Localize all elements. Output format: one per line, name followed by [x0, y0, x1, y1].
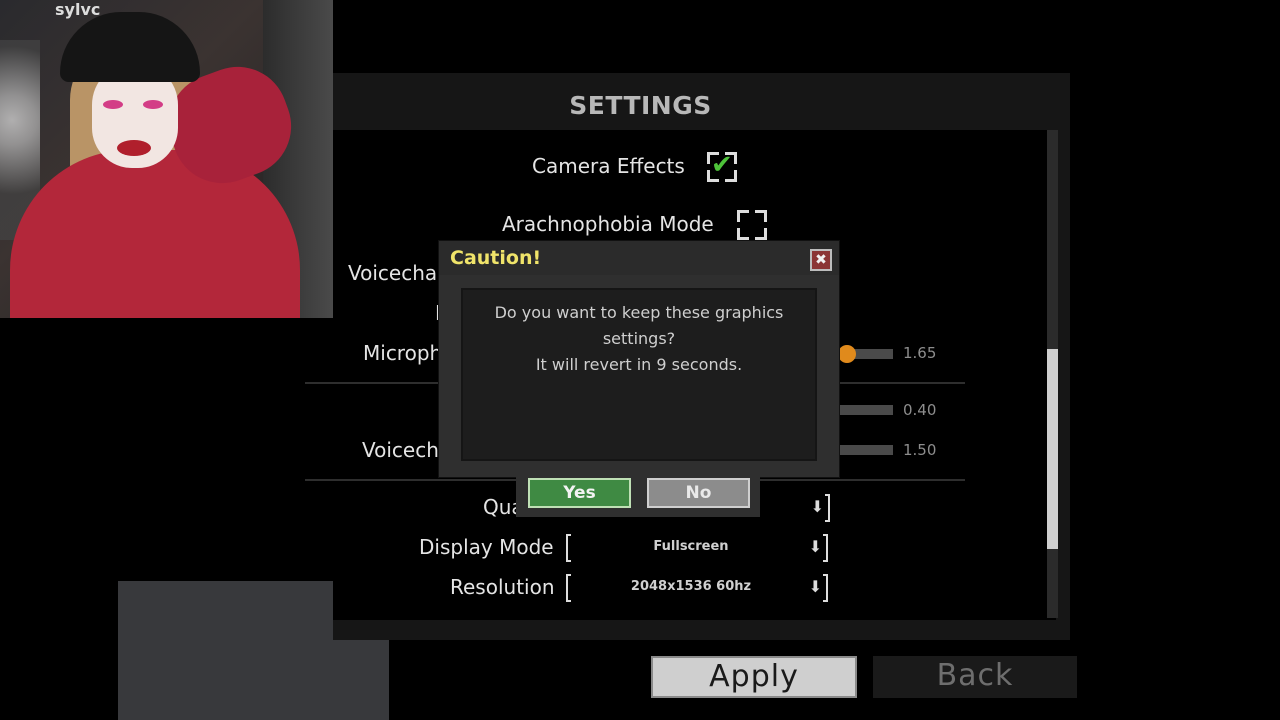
back-button[interactable]: Back: [873, 656, 1077, 698]
dialog-message-line: Do you want to keep these graphics: [494, 303, 784, 322]
arrow-down-icon: ⬇: [810, 497, 824, 516]
caution-dialog: Caution! ✖ Do you want to keep these gra…: [439, 241, 839, 477]
display-mode-label: Display Mode: [419, 535, 554, 559]
resolution-select[interactable]: 2048x1536 60hz ⬇: [566, 574, 828, 602]
dialog-body: Do you want to keep these graphics setti…: [461, 288, 817, 461]
voicechat-volume-slider[interactable]: [836, 445, 893, 455]
checkbox-corner: [737, 228, 749, 240]
camera-effects-checkbox[interactable]: ✔: [707, 150, 737, 182]
volume-slider-value: 0.40: [903, 401, 937, 419]
dialog-message-line: settings?: [602, 329, 676, 348]
select-bracket: [823, 534, 828, 562]
resolution-value: 2048x1536 60hz: [630, 579, 752, 594]
webcam-eye: [103, 100, 123, 109]
close-icon[interactable]: ✖: [810, 249, 832, 271]
checkbox-corner: [737, 210, 749, 222]
select-bracket: [823, 574, 828, 602]
webcam-tag: sylvc: [55, 0, 101, 19]
yes-button[interactable]: Yes: [528, 478, 631, 508]
webcam-mouth: [117, 140, 151, 156]
arrow-down-icon: ⬇: [808, 577, 822, 596]
display-mode-select[interactable]: Fullscreen ⬇: [566, 534, 828, 562]
arrow-down-icon: ⬇: [808, 537, 822, 556]
arachnophobia-mode-checkbox[interactable]: [737, 210, 767, 240]
checkbox-corner: [755, 210, 767, 222]
checkmark-icon: ✔: [711, 150, 733, 180]
resolution-label: Resolution: [450, 575, 555, 599]
voicechat-volume-row-label: Voicecha: [362, 438, 452, 462]
camera-effects-label: Camera Effects: [532, 154, 685, 178]
dialog-message-line: It will revert in 9 seconds.: [535, 355, 743, 374]
webcam-overlay: sylvc: [0, 0, 333, 318]
display-mode-value: Fullscreen: [653, 539, 729, 554]
voicechat-volume-slider-value: 1.50: [903, 441, 937, 459]
webcam-eye: [143, 100, 163, 109]
settings-title: SETTINGS: [569, 91, 712, 120]
volume-slider[interactable]: [836, 405, 893, 415]
arachnophobia-mode-label: Arachnophobia Mode: [502, 212, 714, 236]
checkbox-corner: [755, 228, 767, 240]
webcam-beanie: [60, 12, 200, 82]
webcam-sweater: [10, 150, 300, 318]
dialog-message: Do you want to keep these graphics setti…: [463, 300, 815, 378]
dialog-title: Caution!: [450, 247, 542, 269]
voicechat-row-label: Voicecha: [348, 261, 438, 285]
select-bracket: [825, 494, 830, 522]
scrollbar-thumb[interactable]: [1047, 349, 1058, 549]
microphone-slider-knob[interactable]: [838, 345, 856, 363]
microphone-slider-value: 1.65: [903, 344, 937, 362]
no-button[interactable]: No: [647, 478, 750, 508]
microphone-row-label: Microph: [363, 341, 443, 365]
apply-button[interactable]: Apply: [651, 656, 857, 698]
